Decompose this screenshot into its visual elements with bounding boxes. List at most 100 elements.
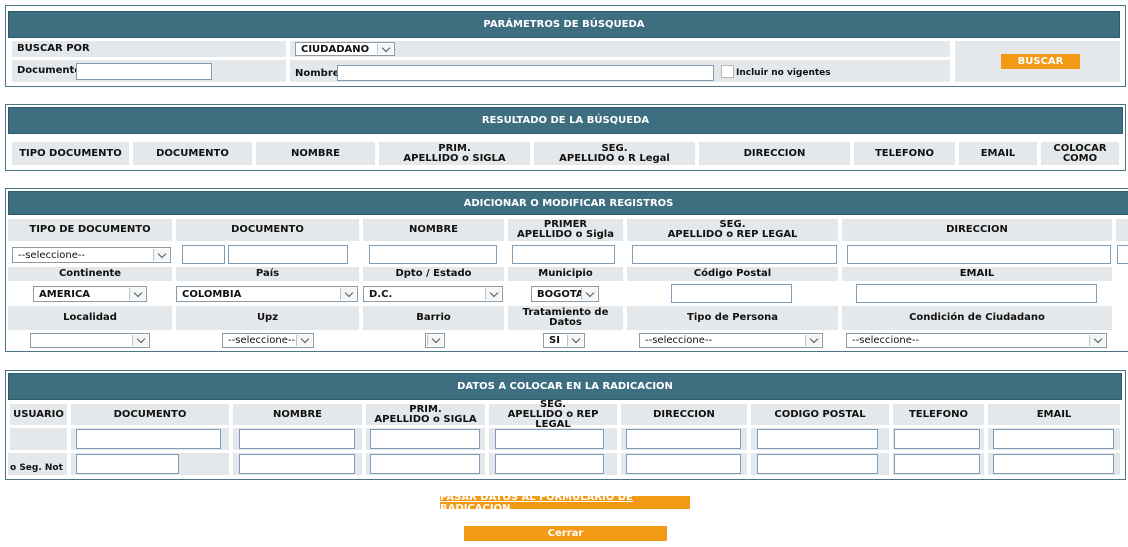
- rad-col-direccion: DIRECCION: [621, 404, 747, 425]
- rad-row2-email-input[interactable]: [993, 454, 1114, 474]
- rad-row1-telefono-input[interactable]: [894, 429, 980, 449]
- documento-tipo-input[interactable]: [182, 245, 225, 264]
- pais-select[interactable]: COLOMBIA: [176, 286, 358, 302]
- chevron-down-icon: [427, 334, 443, 346]
- rad-row2-prim-input[interactable]: [370, 454, 480, 474]
- email-input[interactable]: [856, 284, 1097, 303]
- barrio-select[interactable]: [425, 333, 445, 348]
- rad-col-apellido-sigla-label: APELLIDO o SIGLA: [374, 413, 477, 425]
- buscar-por-select[interactable]: CIUDADANO: [295, 42, 395, 56]
- rad-col-email: EMAIL: [988, 404, 1120, 425]
- results-col-colocar-como: COLOCAR COMO: [1041, 142, 1119, 165]
- add-col-documento: DOCUMENTO: [176, 219, 359, 241]
- upz-value: --seleccione--: [228, 335, 296, 346]
- add-col-direccion: DIRECCION: [842, 219, 1112, 241]
- tipo-persona-value: --seleccione--: [645, 335, 713, 346]
- chevron-down-icon: [132, 334, 148, 346]
- add-primer-apellido-input[interactable]: [512, 245, 615, 264]
- rad-col-prim-apellido: PRIM. APELLIDO o SIGLA: [366, 404, 485, 425]
- buscar-por-label: BUSCAR POR: [12, 41, 286, 57]
- add-col-primer-apellido: PRIMER APELLIDO o Sigla: [508, 219, 623, 241]
- rad-row2-usuario-cell: o Seg. Not: [8, 453, 67, 475]
- rad-row2-seg-input[interactable]: [495, 454, 604, 474]
- rad-row1-nombre-input[interactable]: [239, 429, 355, 449]
- add-documento-input[interactable]: [228, 245, 348, 264]
- add-col-tipo-documento: TIPO DE DOCUMENTO: [8, 219, 172, 241]
- rad-col-telefono: TELEFONO: [893, 404, 984, 425]
- tipo-persona-select[interactable]: --seleccione--: [639, 333, 823, 348]
- continente-label: Continente: [8, 267, 172, 281]
- localidad-select[interactable]: [30, 333, 150, 348]
- add-col-extra: [1116, 219, 1128, 241]
- condicion-value: --seleccione--: [852, 335, 920, 346]
- datos-label: Datos: [549, 317, 582, 328]
- nombre-input[interactable]: [337, 65, 714, 81]
- tratamiento-datos-label: Tratamiento de Datos: [508, 306, 623, 330]
- buscar-button[interactable]: BUSCAR: [1001, 54, 1080, 69]
- pais-value: COLOMBIA: [182, 288, 242, 300]
- rad-row2-codigo-postal-input[interactable]: [757, 454, 878, 474]
- add-col-seg-apellido: SEG. APELLIDO o REP LEGAL: [627, 219, 838, 241]
- chevron-down-icon: [805, 334, 821, 346]
- add-col-nombre: NOMBRE: [363, 219, 504, 241]
- rad-col-nombre: NOMBRE: [233, 404, 362, 425]
- rad-row1-email-input[interactable]: [993, 429, 1114, 449]
- pasar-datos-link[interactable]: PASAR DATOS AL FORMULARIO DE RADICACION: [440, 492, 690, 514]
- rad-row1-seg-input[interactable]: [495, 429, 604, 449]
- municipio-label: Municipio: [508, 267, 623, 281]
- municipio-value: BOGOTA: [537, 288, 584, 300]
- codigo-postal-input[interactable]: [671, 284, 792, 303]
- tratamiento-select[interactable]: SI: [543, 333, 585, 348]
- add-direccion-input[interactable]: [847, 245, 1111, 264]
- chevron-down-icon: [129, 288, 145, 300]
- dpto-value: D.C.: [369, 288, 393, 300]
- incluir-no-vigentes-label: Incluir no vigentes: [736, 68, 831, 78]
- add-panel-title: ADICIONAR O MODIFICAR REGISTROS: [8, 191, 1128, 215]
- chevron-down-icon: [377, 43, 393, 54]
- continente-value: AMERICA: [39, 288, 91, 300]
- rad-row2-documento-input[interactable]: [76, 454, 179, 474]
- continente-select[interactable]: AMERICA: [33, 286, 147, 302]
- cerrar-button[interactable]: Cerrar: [464, 526, 667, 541]
- rad-col-prim-label: PRIM.: [409, 403, 442, 415]
- rad-row2-direccion-input[interactable]: [626, 454, 741, 474]
- tipo-documento-value: --seleccione--: [18, 249, 86, 261]
- incluir-no-vigentes-checkbox[interactable]: [721, 65, 734, 78]
- documento-input[interactable]: [76, 63, 212, 80]
- results-col-apellido-sigla-label: APELLIDO o SIGLA: [403, 152, 506, 164]
- municipio-select[interactable]: BOGOTA: [531, 286, 599, 302]
- chevron-down-icon: [153, 249, 169, 261]
- upz-select[interactable]: --seleccione--: [222, 333, 314, 348]
- tratamiento-value: SI: [549, 335, 560, 346]
- rad-row1-prim-input[interactable]: [370, 429, 480, 449]
- rad-row1-documento-input[interactable]: [76, 429, 221, 449]
- rad-col-seg-apellido: SEG. APELLIDO o REP LEGAL: [489, 399, 617, 429]
- condicion-ciudadano-label: Condición de Ciudadano: [842, 306, 1112, 330]
- add-nombre-input[interactable]: [369, 245, 497, 264]
- documento-label: Documento: [17, 65, 82, 76]
- add-extra-input[interactable]: [1117, 245, 1128, 264]
- tipo-documento-select[interactable]: --seleccione--: [12, 247, 171, 263]
- results-col-direccion: DIRECCION: [699, 142, 850, 165]
- dpto-select[interactable]: D.C.: [363, 286, 503, 302]
- dpto-estado-label: Dpto / Estado: [363, 267, 504, 281]
- add-col-apellido-rep-label: APELLIDO o REP LEGAL: [667, 229, 798, 240]
- rad-row2-nombre-input[interactable]: [239, 454, 355, 474]
- results-col-apellido-rlegal-label: APELLIDO o R Legal: [559, 152, 670, 164]
- results-col-nombre: NOMBRE: [256, 142, 375, 165]
- results-col-telefono: TELEFONO: [854, 142, 955, 165]
- rad-col-apellido-rep-label: APELLIDO o REP LEGAL: [507, 408, 599, 430]
- rad-row1-usuario: [10, 428, 67, 450]
- condicion-select[interactable]: --seleccione--: [846, 333, 1107, 348]
- rad-col-documento: DOCUMENTO: [71, 404, 229, 425]
- results-col-colocar-label: COLOCAR: [1053, 142, 1107, 154]
- email-label: EMAIL: [842, 267, 1112, 281]
- localidad-label: Localidad: [8, 306, 172, 330]
- add-seg-apellido-input[interactable]: [632, 245, 837, 264]
- rad-row2-telefono-input[interactable]: [894, 454, 980, 474]
- results-col-como-label: COMO: [1062, 152, 1098, 164]
- rad-row1-direccion-input[interactable]: [626, 429, 741, 449]
- rad-row1-codigo-postal-input[interactable]: [757, 429, 878, 449]
- upz-label: Upz: [176, 306, 359, 330]
- tipo-persona-label: Tipo de Persona: [627, 306, 838, 330]
